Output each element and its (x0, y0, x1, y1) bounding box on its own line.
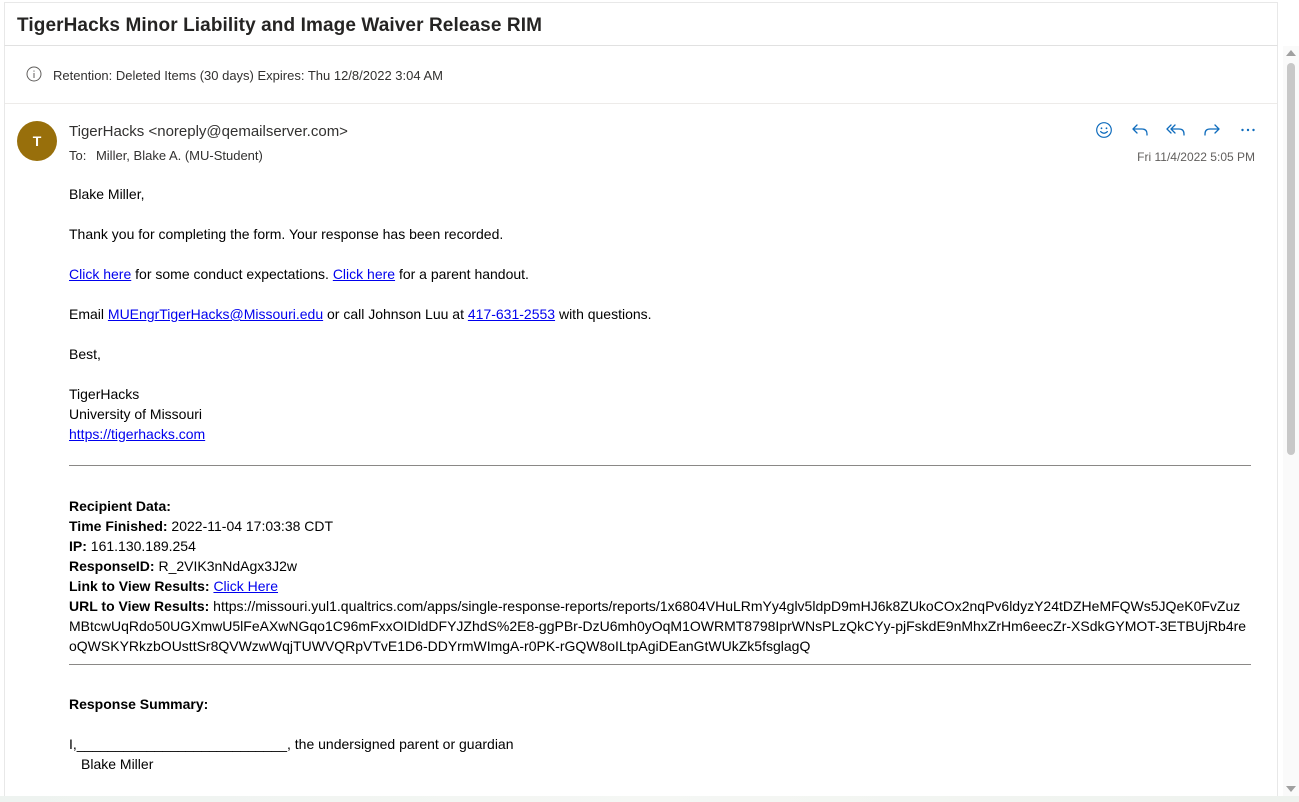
retention-bar: Retention: Deleted Items (30 days) Expir… (5, 46, 1277, 104)
to-label: To: (69, 148, 87, 163)
message-subject: TigerHacks Minor Liability and Image Wai… (17, 15, 543, 36)
email-link[interactable]: MUEngrTigerHacks@Missouri.edu (108, 306, 323, 322)
view-results-link-label: Link to View Results: (69, 578, 210, 594)
smile-icon (1096, 122, 1112, 138)
reply-all-icon (1166, 124, 1185, 136)
ip-value: 161.130.189.254 (86, 538, 196, 554)
forward-icon (1204, 124, 1220, 136)
parent-handout-link[interactable]: Click here (333, 266, 395, 282)
ip-label: IP: (69, 538, 87, 554)
summary-line-1: I,___________________________, the under… (69, 736, 514, 752)
scroll-down-arrow[interactable] (1286, 786, 1296, 792)
view-results-url-label: URL to View Results: (69, 598, 210, 614)
summary-name: Blake Miller (81, 756, 154, 772)
greeting: Blake Miller, (69, 186, 145, 202)
contact-paragraph: Email MUEngrTigerHacks@Missouri.edu or c… (69, 304, 1251, 324)
time-finished-row: Time Finished: 2022-11-04 17:03:38 CDT (69, 516, 1251, 536)
contact-text-1: Email (69, 306, 108, 322)
sender-avatar[interactable]: T (17, 121, 57, 161)
reply-all-button[interactable] (1164, 118, 1188, 142)
signature-name: TigerHacks (69, 386, 140, 402)
view-results-url-value: https://missouri.yul1.qualtrics.com/apps… (69, 598, 1247, 654)
thanks-text: Thank you for completing the form. Your … (69, 226, 504, 242)
scrollbar-thumb[interactable] (1287, 63, 1295, 455)
message-body: Blake Miller, Thank you for completing t… (69, 184, 1251, 774)
contact-text-2: or call Johnson Luu at (323, 306, 468, 322)
time-finished-value: 2022-11-04 17:03:38 CDT (167, 518, 334, 534)
signature-org: University of Missouri (69, 406, 203, 422)
conduct-expectations-link[interactable]: Click here (69, 266, 131, 282)
view-results-link[interactable]: Click Here (213, 578, 278, 594)
reading-pane: Retention: Deleted Items (30 days) Expir… (4, 46, 1278, 802)
sender-name[interactable]: TigerHacks <noreply@qemailserver.com> (69, 123, 348, 140)
scroll-up-arrow[interactable] (1286, 50, 1296, 56)
more-actions-button[interactable] (1236, 118, 1260, 142)
retention-text: Retention: Deleted Items (30 days) Expir… (53, 68, 443, 83)
recipient-name[interactable]: Miller, Blake A. (MU-Student) (96, 148, 263, 163)
links-paragraph: Click here for some conduct expectations… (69, 264, 1251, 284)
info-icon (26, 66, 42, 82)
closing: Best, (69, 346, 101, 362)
ip-row: IP: 161.130.189.254 (69, 536, 1251, 556)
contact-text-3: with questions. (555, 306, 652, 322)
bottom-edge (0, 796, 1299, 802)
forward-button[interactable] (1200, 118, 1224, 142)
phone-link[interactable]: 417-631-2553 (468, 306, 555, 322)
response-id-row: ResponseID: R_2VIK3nNdAgx3J2w (69, 556, 1251, 576)
recipient-line: To: Miller, Blake A. (MU-Student) (69, 148, 263, 163)
emoji-react-button[interactable] (1092, 118, 1116, 142)
response-id-label: ResponseID: (69, 558, 155, 574)
view-results-url-row: URL to View Results: https://missouri.yu… (69, 596, 1251, 656)
reply-button[interactable] (1128, 118, 1152, 142)
tigerhacks-website-link[interactable]: https://tigerhacks.com (69, 426, 205, 442)
recipient-data-heading: Recipient Data: (69, 498, 171, 514)
message-date: Fri 11/4/2022 5:05 PM (1137, 150, 1255, 164)
response-summary-heading: Response Summary: (69, 696, 209, 712)
more-icon (1241, 128, 1255, 132)
subject-bar: TigerHacks Minor Liability and Image Wai… (4, 2, 1278, 46)
links-text-2: for a parent handout. (395, 266, 529, 282)
time-finished-label: Time Finished: (69, 518, 168, 534)
links-text-1: for some conduct expectations. (131, 266, 333, 282)
view-results-link-row: Link to View Results: Click Here (69, 576, 1251, 596)
reply-icon (1132, 124, 1148, 136)
response-id-value: R_2VIK3nNdAgx3J2w (154, 558, 297, 574)
